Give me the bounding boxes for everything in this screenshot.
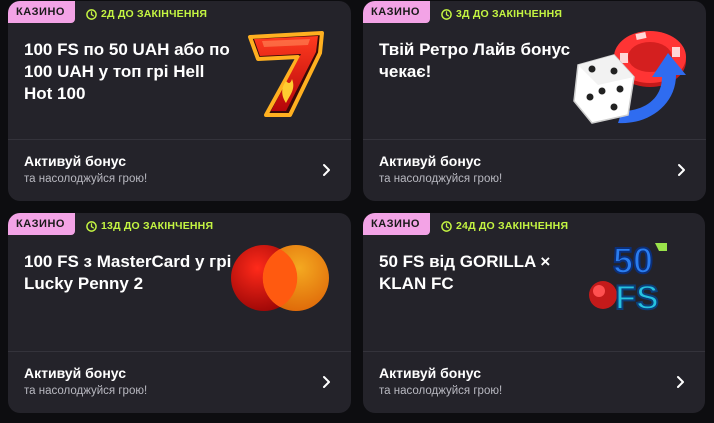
lucky-seven-icon [248,31,324,117]
category-tag: КАЗИНО [8,1,75,23]
bonus-card-mastercard[interactable]: КАЗИНО 13Д ДО ЗАКІНЧЕННЯ 100 FS з Master… [8,213,351,413]
activate-bonus-link[interactable]: Активуй бонус та насолоджуйся грою! [24,151,147,187]
activate-bonus-link[interactable]: Активуй бонус та насолоджуйся грою! [24,363,147,399]
clock-icon [86,220,97,232]
clock-icon [86,8,97,20]
card-divider [8,139,351,140]
category-tag: КАЗИНО [8,213,75,235]
expiry-text: 13Д ДО ЗАКІНЧЕННЯ [101,220,214,232]
cta-title: Активуй бонус [24,365,126,381]
bonus-title: Твій Ретро Лайв бонус чекає! [379,40,571,81]
activate-bonus-link[interactable]: Активуй бонус та насолоджуйся грою! [379,363,502,399]
card-divider [363,139,706,140]
clock-icon [441,220,452,232]
bonus-title: 100 FS по 50 UAH або по 100 UAH у топ гр… [24,40,230,103]
badge-top-text: 50 [613,240,653,281]
activate-bonus-link[interactable]: Активуй бонус та насолоджуйся грою! [379,151,502,187]
expiry-timer: 24Д ДО ЗАКІНЧЕННЯ [441,219,568,233]
cta-subtitle: та насолоджуйся грою! [379,385,503,397]
bonus-card-gorilla-klan[interactable]: КАЗИНО 24Д ДО ЗАКІНЧЕННЯ 50 FS від GORIL… [363,213,705,413]
bonus-title: 100 FS з MasterCard у грі Lucky Penny 2 [24,252,232,293]
cta-title: Активуй бонус [379,365,481,381]
chevron-right-icon[interactable] [321,374,333,390]
cta-subtitle: та насолоджуйся грою! [24,385,148,397]
category-tag: КАЗИНО [363,213,430,235]
expiry-text: 2Д ДО ЗАКІНЧЕННЯ [101,8,208,20]
bonus-card-retro-live[interactable]: КАЗИНО 3Д ДО ЗАКІНЧЕННЯ Твій Ретро Лайв … [363,1,706,201]
bonus-title: 50 FS від GORILLA × KLAN FC [379,252,551,293]
chevron-right-icon[interactable] [321,162,333,178]
card-divider [363,351,705,352]
chevron-right-icon[interactable] [676,162,688,178]
mastercard-logo [231,245,329,311]
chevron-right-icon[interactable] [675,374,687,390]
clock-icon [441,8,452,20]
badge-bottom-text: FS [615,279,658,317]
cta-title: Активуй бонус [24,153,126,169]
bonus-cards-grid: КАЗИНО 2Д ДО ЗАКІНЧЕННЯ 100 FS по 50 UAH… [0,0,714,423]
expiry-text: 3Д ДО ЗАКІНЧЕННЯ [456,8,563,20]
expiry-timer: 2Д ДО ЗАКІНЧЕННЯ [86,7,207,21]
card-divider [8,351,351,352]
category-tag: КАЗИНО [363,1,430,23]
cta-subtitle: та насолоджуйся грою! [379,173,503,185]
expiry-timer: 13Д ДО ЗАКІНЧЕННЯ [86,219,213,233]
bonus-card-hell-hot[interactable]: КАЗИНО 2Д ДО ЗАКІНЧЕННЯ 100 FS по 50 UAH… [8,1,351,201]
expiry-timer: 3Д ДО ЗАКІНЧЕННЯ [441,7,562,21]
dice-chip-icon [573,31,686,124]
cta-subtitle: та насолоджуйся грою! [24,173,148,185]
expiry-text: 24Д ДО ЗАКІНЧЕННЯ [456,220,569,232]
cta-title: Активуй бонус [379,153,481,169]
50-fs-badge: 50 FS [589,239,667,317]
